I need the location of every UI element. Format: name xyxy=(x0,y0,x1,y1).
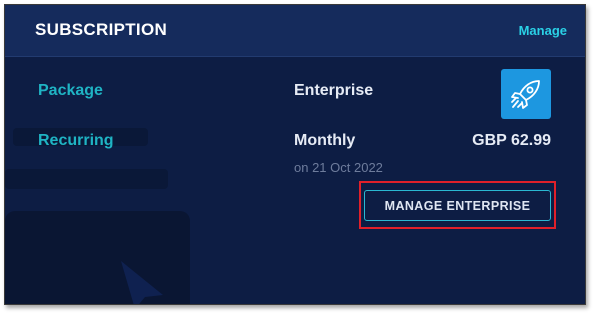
cursor-arrow-icon xyxy=(121,261,163,304)
card-header: SUBSCRIPTION Manage xyxy=(5,5,585,57)
recurring-value: Monthly xyxy=(294,132,356,149)
card-title: SUBSCRIPTION xyxy=(35,20,168,39)
renewal-date: on 21 Oct 2022 xyxy=(294,160,383,175)
recurring-label: Recurring xyxy=(38,132,114,149)
subscription-card: SUBSCRIPTION Manage Package Enterprise R… xyxy=(5,5,585,304)
manage-link[interactable]: Manage xyxy=(519,23,567,38)
rocket-icon xyxy=(511,80,540,109)
screenshot-frame: SUBSCRIPTION Manage Package Enterprise R… xyxy=(4,4,586,305)
price-value: GBP 62.99 xyxy=(472,132,551,149)
package-label: Package xyxy=(38,82,103,99)
package-value: Enterprise xyxy=(294,82,374,99)
manage-enterprise-button[interactable]: MANAGE ENTERPRISE xyxy=(364,190,551,221)
background-shape xyxy=(5,169,168,189)
plan-icon-badge xyxy=(501,69,551,119)
